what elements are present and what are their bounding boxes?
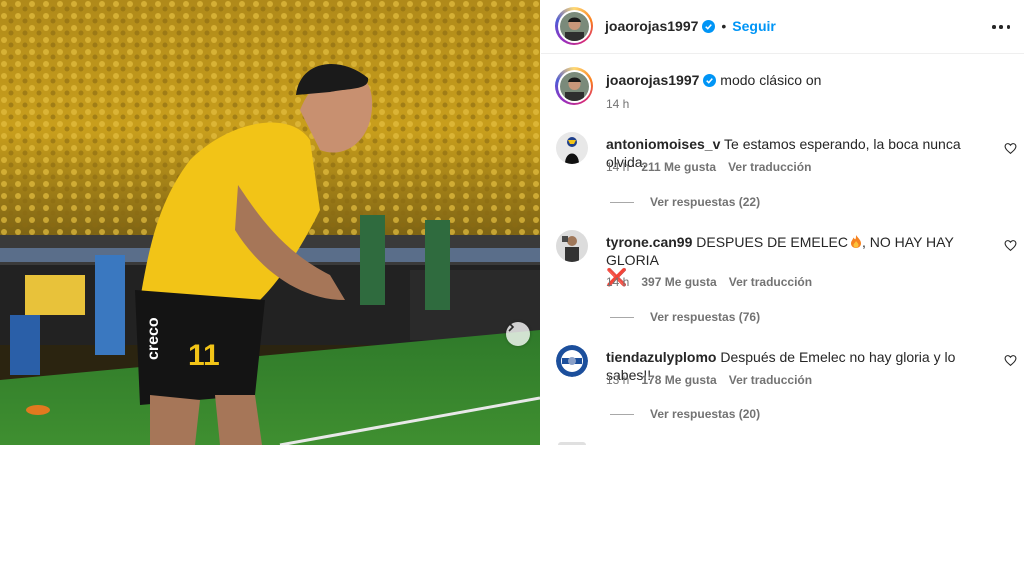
view-replies-button[interactable]: Ver respuestas (20) — [610, 407, 760, 421]
view-replies-button[interactable]: Ver respuestas (22) — [610, 195, 760, 209]
user-avatar-icon — [559, 11, 589, 41]
heart-outline-icon[interactable] — [1004, 354, 1017, 367]
chevron-right-icon — [508, 322, 515, 332]
caption-row: joaorojas1997 modo clásico on 14 h — [555, 67, 1015, 111]
commenter-avatar[interactable] — [556, 345, 588, 377]
replies-label: Ver respuestas (22) — [650, 195, 761, 209]
caption-avatar[interactable] — [555, 67, 593, 105]
post-header: joaorojas1997 • Seguir — [541, 0, 1024, 54]
more-options-button[interactable] — [992, 18, 1010, 36]
more-options-dot — [1006, 25, 1010, 29]
comment-username[interactable]: tyrone.can99 — [606, 234, 692, 250]
heart-outline-icon[interactable] — [1004, 239, 1017, 252]
post-side-panel: joaorojas1997 • Seguir joaorojas1997 mod… — [541, 0, 1024, 445]
replies-divider — [610, 413, 634, 415]
comment-username[interactable]: tiendazulyplomo — [606, 349, 716, 365]
comment-username[interactable]: antoniomoises_v — [606, 136, 720, 152]
comment-time[interactable]: 13 h — [606, 373, 629, 387]
user-avatar-icon — [556, 230, 588, 262]
see-translation-button[interactable]: Ver traducción — [728, 160, 811, 174]
post-media[interactable]: 11 creco — [0, 0, 540, 445]
comment-meta: 13 h 178 Me gusta Ver traducción — [606, 373, 812, 387]
follow-button[interactable]: Seguir — [732, 18, 776, 34]
heart-outline-icon[interactable] — [1004, 142, 1017, 155]
comment-likes[interactable]: 397 Me gusta — [641, 275, 716, 289]
svg-text:creco: creco — [145, 317, 162, 360]
more-options-dot — [999, 25, 1003, 29]
more-options-icon — [992, 25, 996, 29]
comment-meta: 14 h 397 Me gusta Ver traducción — [606, 275, 812, 289]
replies-label: Ver respuestas (76) — [650, 310, 761, 324]
svg-text:11: 11 — [188, 339, 220, 372]
comment-time[interactable]: 14 h — [606, 160, 629, 174]
player-photo-icon: 11 creco — [0, 0, 540, 445]
avatar-border — [557, 9, 591, 43]
fire-emoji-icon — [850, 235, 861, 248]
see-translation-button[interactable]: Ver traducción — [729, 373, 812, 387]
comment-text: DESPUES DE EMELEC — [696, 234, 848, 250]
comment-likes[interactable]: 178 Me gusta — [641, 373, 716, 387]
see-translation-button[interactable]: Ver traducción — [729, 275, 812, 289]
comment-likes[interactable]: 211 Me gusta — [641, 160, 716, 174]
author-avatar[interactable] — [555, 7, 593, 45]
caption-text: modo clásico on — [720, 72, 822, 88]
user-avatar-icon — [556, 345, 588, 377]
caption-username[interactable]: joaorojas1997 — [606, 72, 699, 88]
separator-dot: • — [721, 18, 727, 34]
next-comment-avatar-peek — [558, 442, 586, 445]
verified-badge-icon — [703, 74, 717, 87]
verified-badge-icon — [702, 19, 716, 33]
user-avatar-icon — [556, 132, 588, 164]
caption-text-col: joaorojas1997 modo clásico on 14 h — [606, 67, 821, 111]
post-caption: joaorojas1997 modo clásico on 14 h — [555, 67, 1015, 111]
carousel-next-button[interactable] — [506, 322, 530, 346]
author-info: joaorojas1997 • Seguir — [555, 7, 776, 45]
replies-divider — [610, 201, 634, 203]
avatar-border — [557, 69, 591, 103]
author-username[interactable]: joaorojas1997 — [605, 18, 698, 34]
comment-time[interactable]: 14 h — [606, 275, 629, 289]
commenter-avatar[interactable] — [556, 132, 588, 164]
user-avatar-icon — [559, 71, 589, 101]
comment-meta: 14 h 211 Me gusta Ver traducción — [606, 160, 811, 174]
commenter-avatar[interactable] — [556, 230, 588, 262]
replies-label: Ver respuestas (20) — [650, 407, 761, 421]
caption-timestamp[interactable]: 14 h — [606, 97, 821, 111]
avatar-photo — [559, 71, 589, 101]
caption-line: joaorojas1997 modo clásico on — [606, 71, 821, 89]
avatar-photo — [559, 11, 589, 41]
replies-divider — [610, 316, 634, 318]
view-replies-button[interactable]: Ver respuestas (76) — [610, 310, 760, 324]
